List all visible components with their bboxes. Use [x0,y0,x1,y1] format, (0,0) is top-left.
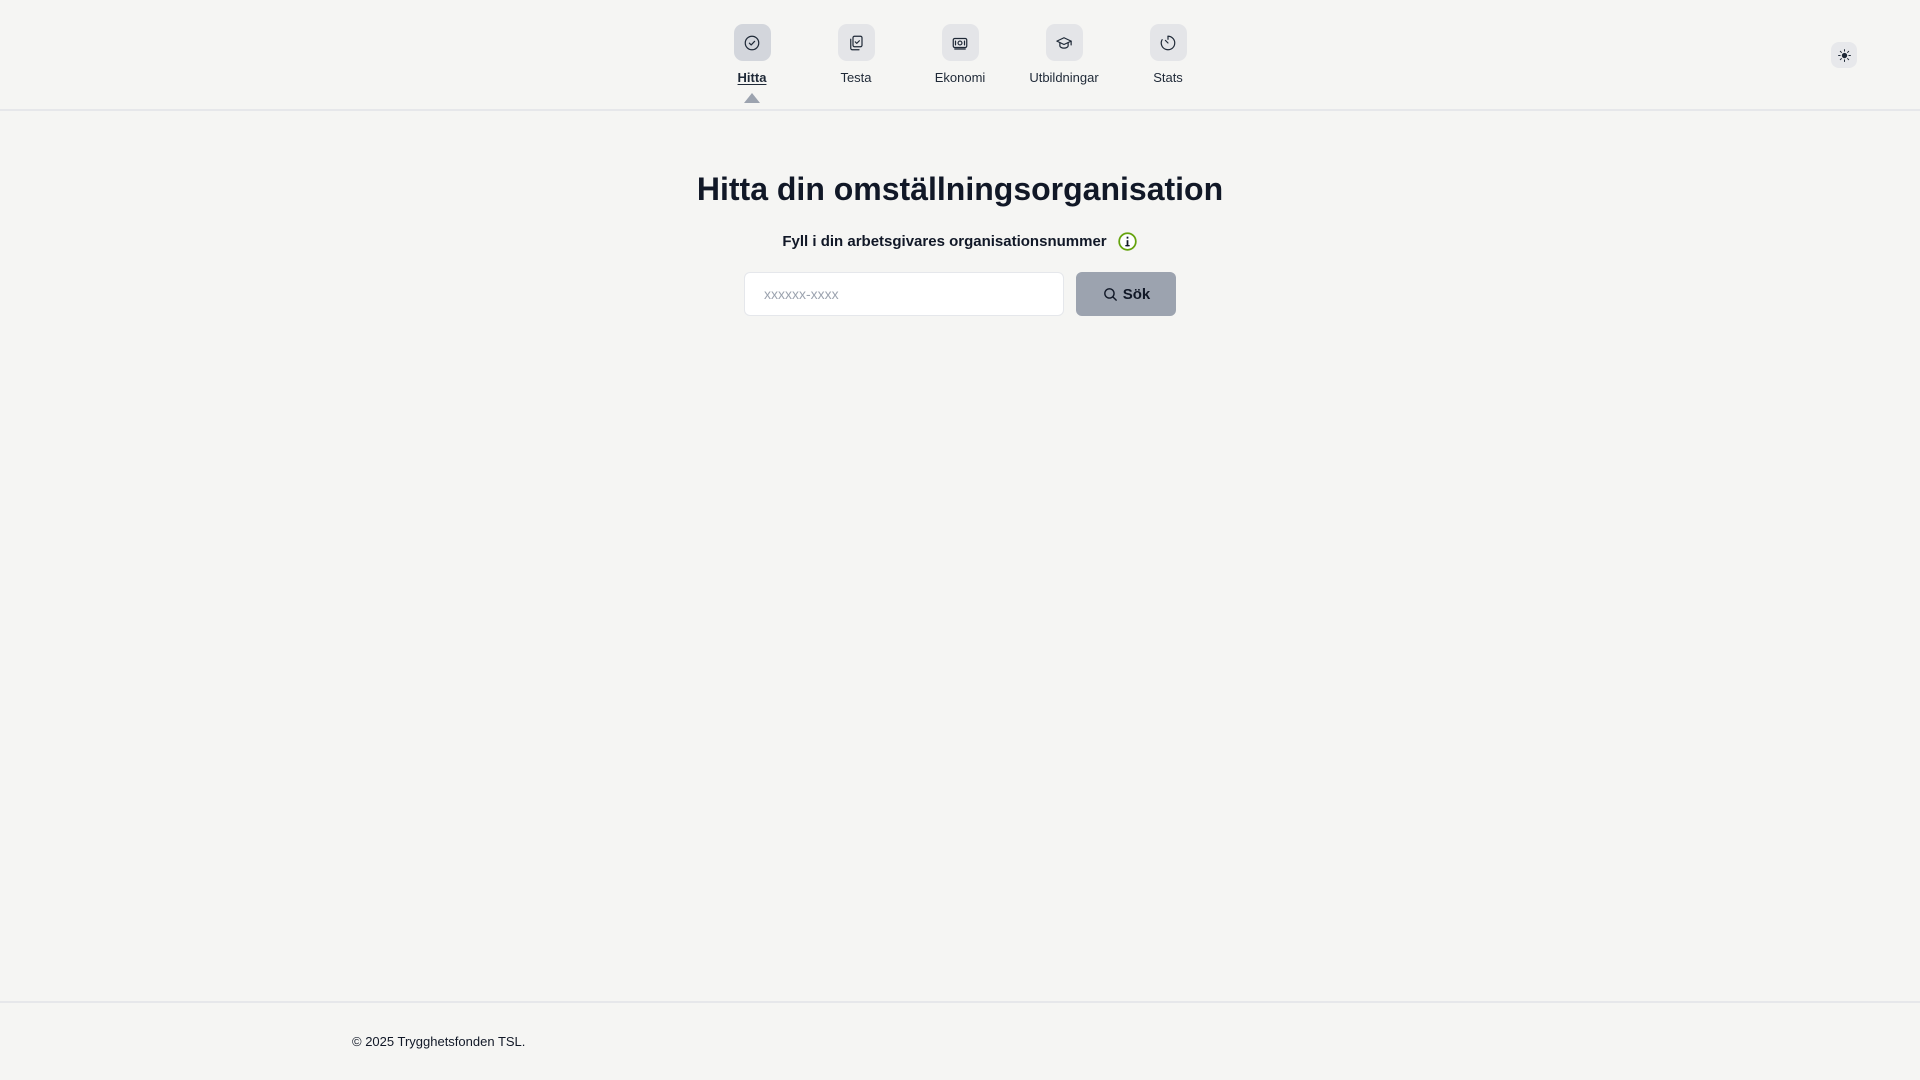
search-button-label: Sök [1122,285,1151,303]
nav-item-testa[interactable]: Testa [801,24,911,85]
main-content: Hitta din omställningsorganisation Fyll … [0,111,1920,1001]
timer-icon [1149,24,1187,61]
nav-item-label: Hitta [737,70,767,85]
main-nav: Hitta Testa Ekonomi Utbildningar Stats [0,24,1920,104]
search-button[interactable]: Sök [1076,272,1176,316]
sun-icon [1837,48,1852,63]
nav-item-label: Testa [840,70,872,85]
active-nav-indicator [744,93,760,103]
search-icon [1102,286,1119,303]
top-navigation-bar: Hitta Testa Ekonomi Utbildningar Stats [0,0,1920,111]
subtitle-row: Fyll i din arbetsgivares organisationsnu… [0,231,1920,252]
footer: © 2025 Trygghetsfonden TSL. [0,1001,1920,1080]
page-title: Hitta din omställningsorganisation [696,171,1224,207]
clipboard-copy-icon [837,24,875,61]
info-icon[interactable] [1117,231,1138,252]
graduation-cap-icon [1045,24,1083,61]
copyright-text: © 2025 Trygghetsfonden TSL. [352,1034,526,1049]
theme-toggle-button[interactable] [1831,42,1857,68]
banknote-icon [941,24,979,61]
nav-item-label: Utbildningar [1029,70,1099,85]
nav-item-hitta[interactable]: Hitta [697,24,807,85]
check-circle-icon [733,24,771,61]
org-number-input[interactable] [744,272,1064,316]
nav-item-ekonomi[interactable]: Ekonomi [905,24,1015,85]
search-form: Sök [744,272,1176,316]
nav-item-utbildningar[interactable]: Utbildningar [1009,24,1119,85]
nav-item-label: Ekonomi [934,70,986,85]
nav-item-stats[interactable]: Stats [1113,24,1223,85]
subtitle: Fyll i din arbetsgivares organisationsnu… [782,233,1107,250]
nav-item-label: Stats [1153,70,1183,85]
